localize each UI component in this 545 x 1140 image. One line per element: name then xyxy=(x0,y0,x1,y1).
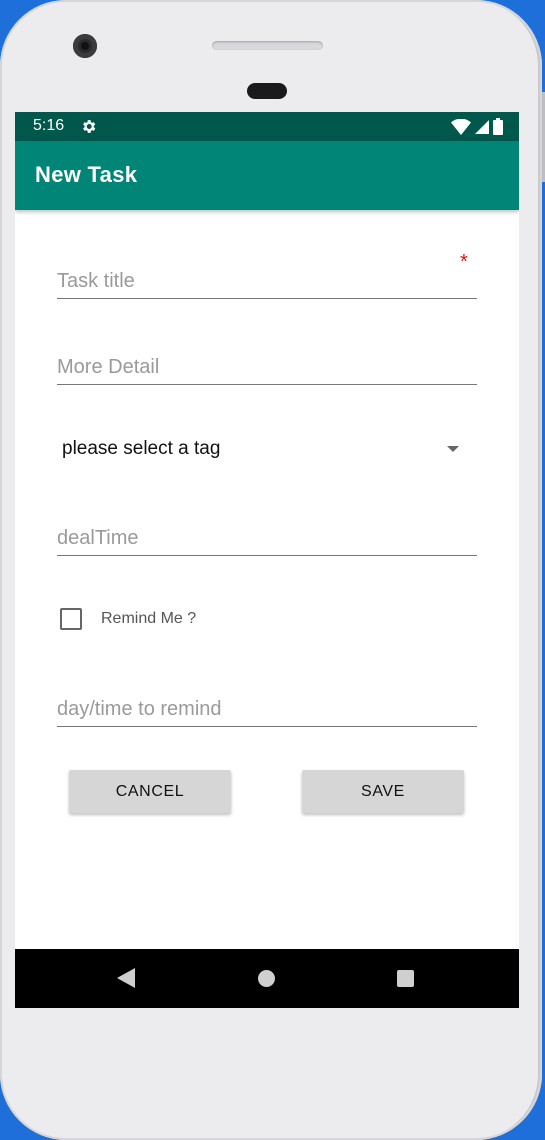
home-icon[interactable] xyxy=(258,970,275,987)
task-title-input[interactable] xyxy=(57,270,457,293)
device-screen: 5:16 New Task * please select a tag xyxy=(15,112,519,1008)
app-bar: New Task xyxy=(15,141,519,210)
cancel-button[interactable]: CANCEL xyxy=(69,770,231,813)
page-title: New Task xyxy=(35,162,138,187)
remind-time-input[interactable] xyxy=(57,698,457,721)
front-camera xyxy=(73,34,97,58)
remind-me-label: Remind Me ? xyxy=(101,610,197,627)
settings-gear-icon xyxy=(83,120,96,133)
wifi-icon xyxy=(451,118,471,135)
task-title-field[interactable] xyxy=(57,250,477,299)
tag-spinner[interactable]: please select a tag xyxy=(57,430,477,470)
more-detail-input[interactable] xyxy=(57,356,457,379)
status-bar: 5:16 xyxy=(15,112,519,141)
dropdown-arrow-icon xyxy=(447,446,459,452)
proximity-sensor xyxy=(247,83,287,99)
remind-time-field[interactable] xyxy=(57,678,477,727)
status-time: 5:16 xyxy=(33,117,65,134)
remind-me-row[interactable]: Remind Me ? xyxy=(60,608,360,632)
battery-icon xyxy=(493,118,503,135)
recents-icon[interactable] xyxy=(397,970,414,987)
navigation-bar xyxy=(15,949,519,1008)
cell-signal-icon xyxy=(475,119,489,134)
tag-spinner-value: please select a tag xyxy=(62,438,221,459)
deal-time-field[interactable] xyxy=(57,507,477,556)
status-icons xyxy=(451,118,503,135)
required-marker: * xyxy=(460,251,468,273)
remind-me-checkbox[interactable] xyxy=(60,608,82,630)
more-detail-field[interactable] xyxy=(57,336,477,385)
earpiece-speaker xyxy=(212,41,323,50)
back-icon[interactable] xyxy=(117,968,135,988)
save-button[interactable]: SAVE xyxy=(302,770,464,813)
deal-time-input[interactable] xyxy=(57,527,457,550)
